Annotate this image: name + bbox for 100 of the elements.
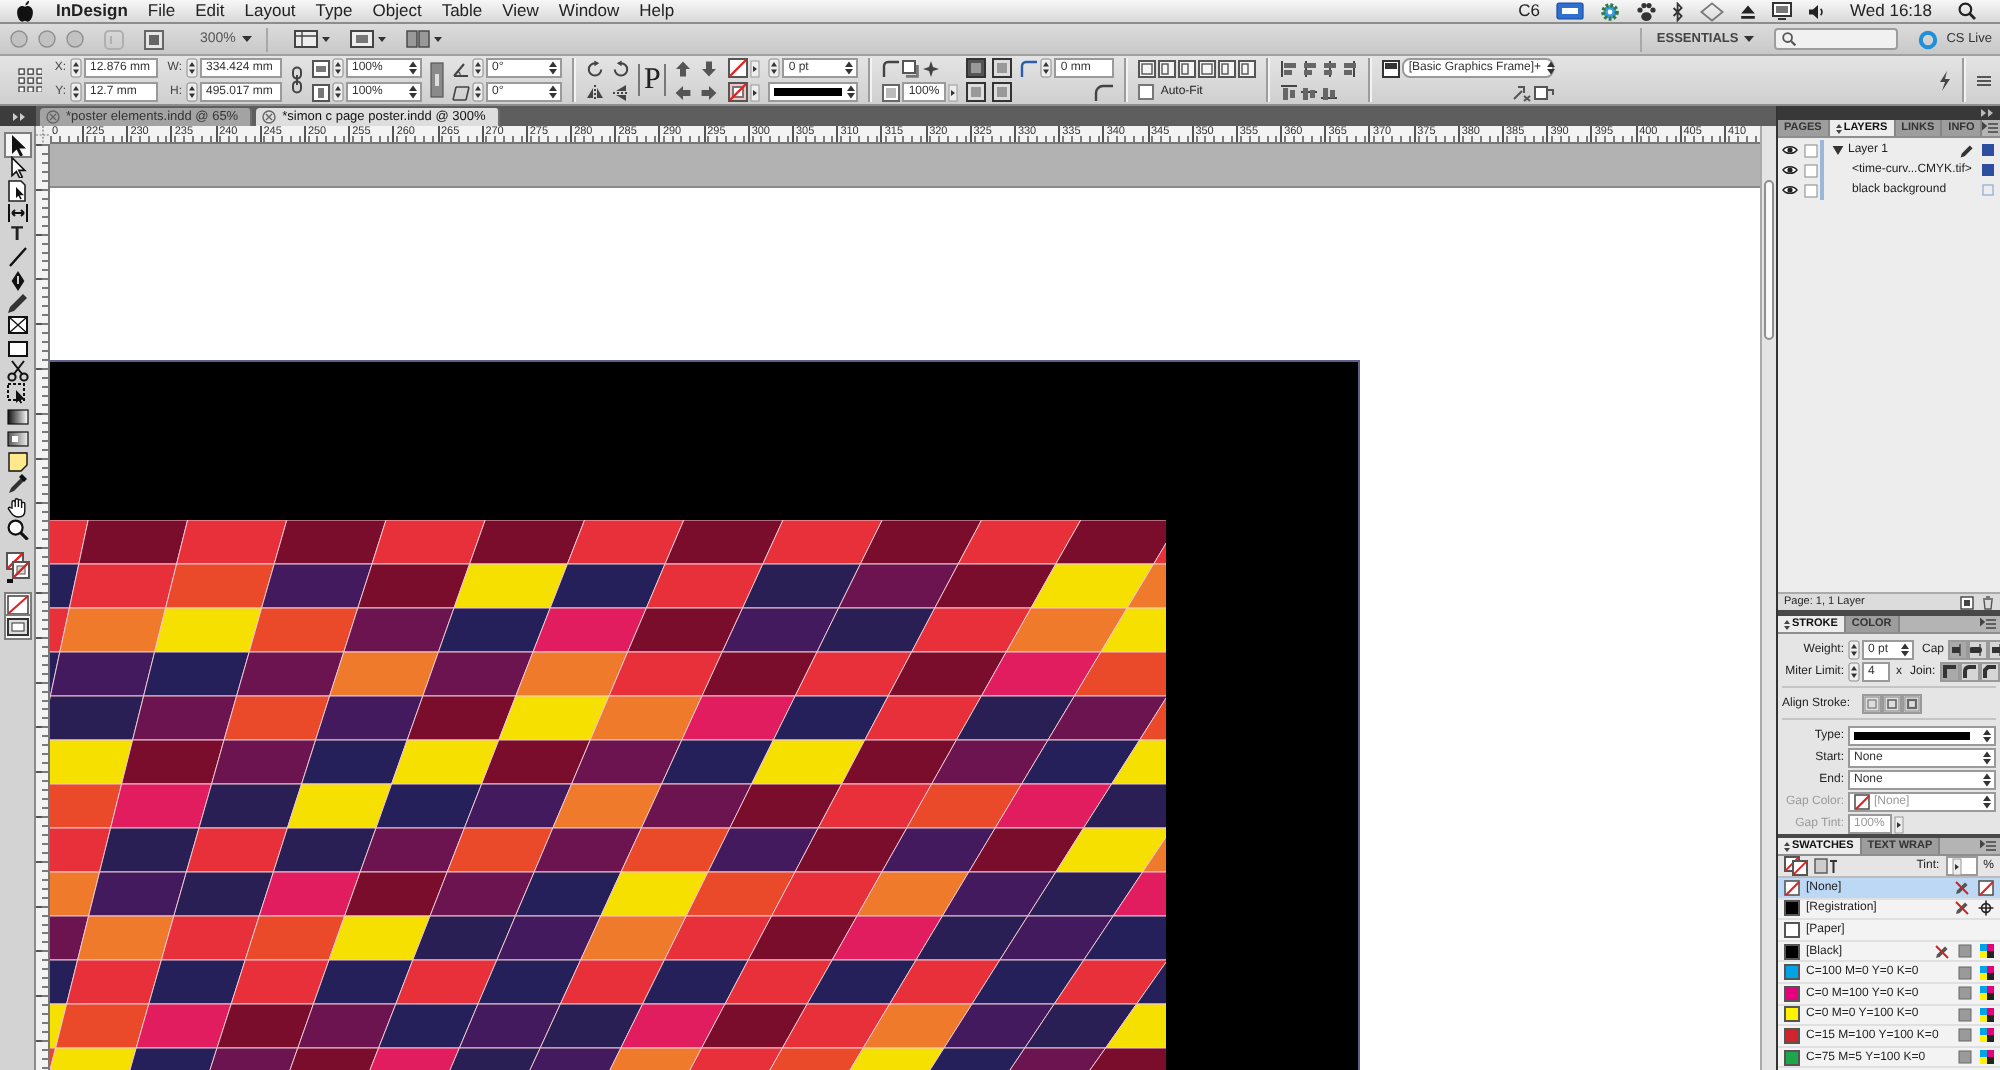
sparkle-icon[interactable] [922,59,941,77]
spinner-arrows-icon[interactable] [70,58,82,78]
apply-none-icon[interactable] [5,593,29,616]
content-fitting-icon[interactable] [1178,59,1197,77]
gear-icon[interactable] [1600,1,1621,21]
double-arrow-icon[interactable] [11,111,25,121]
container-text-icon[interactable] [1814,858,1838,874]
close-icon[interactable] [262,110,277,124]
opacity-square-icon[interactable] [882,83,901,101]
menu-item[interactable]: Help [629,0,685,22]
keyboard-icon[interactable] [1556,2,1585,20]
line-cap-icon[interactable] [1950,642,1967,658]
distribute-icon[interactable] [1300,83,1319,101]
chain-link-icon[interactable] [290,66,304,94]
constrain-proportions-icon[interactable] [430,62,444,98]
frame-fitting-icon[interactable] [992,82,1013,102]
frame-fitting-icon[interactable] [966,82,987,102]
gap-arrows-icon[interactable] [5,201,29,224]
stroke-swatch-icon[interactable] [728,82,749,102]
menu-item[interactable]: Layout [234,0,306,22]
menu-item[interactable]: File [137,0,186,22]
bluetooth-icon[interactable] [1672,1,1685,21]
arrow-up-icon[interactable] [674,59,693,77]
shear-angle-icon[interactable] [452,83,470,101]
panel-menu-icon[interactable] [1980,840,1996,852]
screen-mode-icon[interactable] [349,30,386,48]
rectangle-icon[interactable] [5,337,29,360]
eject-icon[interactable] [1740,3,1757,19]
caret-icon[interactable] [1744,36,1755,42]
arrange-documents-icon[interactable] [405,30,442,48]
pencil-icon[interactable] [1960,143,1974,157]
caret-icon[interactable] [241,36,252,42]
corner-options-icon[interactable] [1020,59,1039,77]
content-fitting-icon[interactable] [1158,59,1177,77]
lightning-icon[interactable] [1938,69,1952,91]
arrow-down-icon[interactable] [700,59,719,77]
tint-field[interactable] [1945,856,1978,876]
dashed-square-pointer-icon[interactable] [5,382,29,405]
spinner-arrows-icon[interactable] [472,58,484,78]
apple-icon[interactable] [16,0,34,22]
content-fitting-icon[interactable] [1138,59,1157,77]
spinner-arrows-icon[interactable] [1040,58,1053,78]
paw-icon[interactable] [1636,1,1657,21]
menu-arrow-icon[interactable] [750,59,761,77]
dropdown-arrow-icon[interactable] [1982,772,1992,788]
align-edges-icon[interactable] [1280,59,1299,77]
disclosure-triangle-icon[interactable] [1832,144,1844,156]
spinner-arrows-icon[interactable] [186,82,198,102]
spinner-arrows-icon[interactable] [70,82,82,102]
new-layer-icon[interactable] [1960,595,1974,609]
eye-icon[interactable] [1782,184,1798,196]
zoom-icon[interactable] [5,518,29,541]
line-join-icon[interactable] [1981,664,1998,680]
menu-item[interactable]: Type [305,0,363,22]
distribute-icon[interactable] [1280,83,1299,101]
search-field[interactable] [1774,28,1899,50]
content-fitting-icon[interactable] [1198,59,1217,77]
spinner-arrows-icon[interactable] [1848,640,1860,660]
arrow-left-icon[interactable] [674,83,693,101]
app-menu[interactable]: InDesign [56,0,138,22]
distribute-icon[interactable] [1320,83,1339,101]
menu-extra-label[interactable]: C6 [1518,0,1541,22]
diamond-icon[interactable] [1700,1,1725,21]
menu-arrow-icon[interactable] [1951,857,1962,875]
page-pointer-icon[interactable] [5,179,29,202]
menu-item[interactable]: View [492,0,549,22]
dropdown-arrow-icon[interactable] [846,84,857,100]
clock[interactable]: Wed 16:18 [1850,0,1932,22]
clear-overrides-icon[interactable] [1512,83,1533,101]
stroke-type-dropdown[interactable] [1848,726,1996,746]
align-edges-icon[interactable] [1320,59,1339,77]
menu-item[interactable]: Object [362,0,432,22]
menu-item[interactable]: Window [548,0,630,22]
frame-fitting-icon[interactable] [992,58,1013,78]
menu-item[interactable]: Edit [185,0,235,22]
frame-fitting-icon[interactable] [966,58,987,78]
line-join-icon[interactable] [1961,664,1978,680]
line-icon[interactable] [5,246,29,269]
eye-icon[interactable] [1782,144,1798,156]
eyedropper-icon[interactable] [5,472,29,495]
content-fitting-icon[interactable] [1218,59,1237,77]
scale-x-icon[interactable] [312,59,330,77]
corner-frame-icon[interactable] [882,59,901,77]
menu-item[interactable]: Table [431,0,493,22]
note-icon[interactable] [5,450,29,473]
gradient-icon[interactable] [5,405,29,428]
object-style-icon[interactable] [1382,59,1401,77]
dropdown-arrow-icon[interactable] [1900,642,1910,658]
panel-menu-icon[interactable] [1980,618,1996,630]
rotate-clockwise-icon[interactable] [586,59,604,77]
dropdown-arrow-icon[interactable] [1545,60,1556,76]
align-edges-icon[interactable] [1340,59,1359,77]
monitor-icon[interactable] [1772,2,1793,20]
scrollbar-thumb[interactable] [1764,180,1774,340]
dropdown-arrow-icon[interactable] [408,84,418,100]
pencil-icon[interactable] [5,292,29,315]
flip-horizontal-icon[interactable] [586,83,604,101]
volume-icon[interactable] [1808,3,1827,19]
rotation-angle-icon[interactable] [452,59,470,77]
spinner-arrows-icon[interactable] [186,58,198,78]
